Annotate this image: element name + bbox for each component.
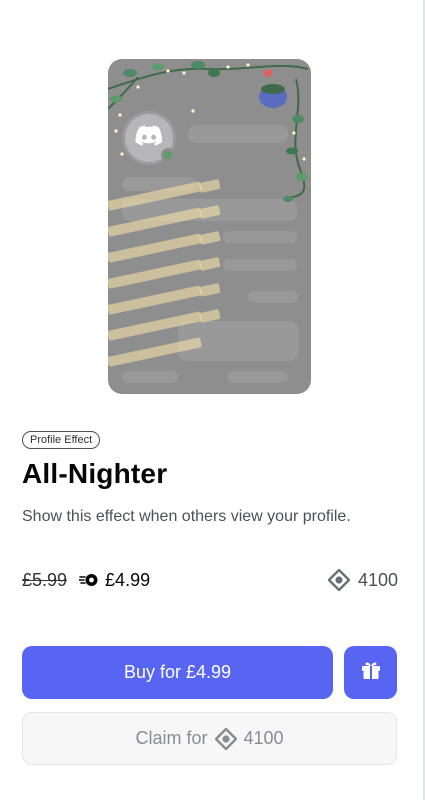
- orb-icon: [215, 727, 238, 750]
- orb-icon: [327, 569, 350, 591]
- product-title: All-Nighter: [22, 458, 168, 489]
- original-price: £5.99: [22, 569, 68, 590]
- nitro-icon: [79, 573, 99, 587]
- placeholder-bar: [223, 259, 297, 271]
- light-stripe: [198, 230, 221, 245]
- buy-button-label: Buy for £4.99: [123, 662, 232, 682]
- light-stripe: [108, 259, 202, 289]
- vine-decoration: [108, 61, 309, 202]
- light-stripe: [198, 256, 221, 271]
- gift-button[interactable]: [344, 646, 397, 699]
- claim-label: Claim for: [135, 728, 208, 748]
- placeholder-bar: [248, 291, 298, 303]
- orbs-amount: 4100: [357, 569, 398, 590]
- placeholder-bar: [223, 231, 297, 243]
- nitro-price: £4.99: [105, 569, 151, 590]
- light-stripe: [198, 282, 221, 297]
- gift-icon: [360, 659, 382, 686]
- price-row: £5.99 £4.99: [22, 569, 150, 591]
- profile-effect-preview: [108, 59, 311, 394]
- claim-with-orbs-button[interactable]: Claim for 4100: [22, 712, 397, 765]
- light-stripe: [108, 233, 202, 263]
- claim-amount: 4100: [243, 728, 284, 748]
- light-stripe: [108, 285, 202, 315]
- placeholder-bar: [122, 371, 178, 383]
- product-description: Show this effect when others view your p…: [22, 508, 351, 525]
- item-type-badge: Profile Effect: [22, 431, 101, 449]
- placeholder-bar: [228, 371, 288, 383]
- buy-button[interactable]: Buy for £4.99: [22, 646, 333, 699]
- orbs-price: 4100: [327, 569, 398, 591]
